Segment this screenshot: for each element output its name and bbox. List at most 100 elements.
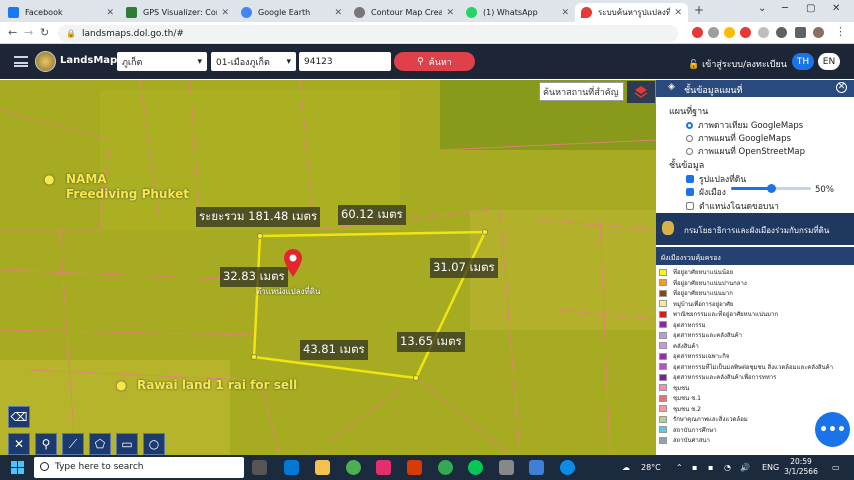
layer-parcel-checkbox[interactable]: รูปแปลงที่ดิน bbox=[686, 172, 746, 186]
tools-button[interactable]: ✕ bbox=[8, 433, 30, 455]
close-icon[interactable]: ✕ bbox=[106, 8, 114, 18]
maximize-icon[interactable]: ▢ bbox=[806, 3, 815, 14]
reload-icon[interactable]: ↻ bbox=[40, 26, 49, 39]
edge-icon[interactable] bbox=[560, 460, 575, 475]
satellite-imagery bbox=[0, 80, 656, 455]
legend-item: ชุมชน ช.2 bbox=[659, 404, 701, 414]
legend-item: สถาบันการศึกษา bbox=[659, 425, 717, 435]
rectangle-tool[interactable]: ▭ bbox=[116, 433, 138, 455]
segment-bottom-right-label: 13.65 เมตร bbox=[397, 332, 465, 352]
parcel-number-input[interactable]: 94123 bbox=[299, 52, 391, 71]
settings-icon[interactable] bbox=[758, 27, 769, 38]
tab-gps-visualizer[interactable]: GPS Visualizer: Convert ✕ bbox=[120, 3, 235, 22]
legend-item: พาณิชยกรรมและที่อยู่อาศัยหนาแน่นมาก bbox=[659, 309, 778, 319]
store-icon[interactable] bbox=[284, 460, 299, 475]
layer-location-checkbox[interactable]: ตำแหน่งโฉนดขอบนา bbox=[686, 199, 779, 213]
tab-whatsapp[interactable]: (1) WhatsApp ✕ bbox=[460, 3, 575, 22]
new-tab-button[interactable]: + bbox=[694, 3, 704, 17]
app-icon[interactable] bbox=[499, 460, 514, 475]
poi-pin-icon: ● bbox=[44, 172, 55, 186]
slider-knob[interactable] bbox=[767, 184, 776, 193]
lang-en-button[interactable]: EN bbox=[818, 53, 840, 70]
tray-chevron-icon[interactable]: ⌃ bbox=[676, 463, 683, 472]
lock-icon: 🔓 bbox=[688, 60, 700, 70]
back-icon[interactable]: ← bbox=[8, 26, 17, 39]
hamburger-menu-icon[interactable] bbox=[14, 56, 28, 67]
close-icon[interactable]: ✕ bbox=[446, 8, 454, 18]
avatar[interactable] bbox=[813, 27, 824, 38]
poi-nama-line1[interactable]: NAMA bbox=[66, 172, 107, 186]
office-icon[interactable] bbox=[407, 460, 422, 475]
task-view-icon[interactable] bbox=[252, 460, 267, 475]
url-field[interactable]: 🔒 landsmaps.dol.go.th/# bbox=[58, 25, 678, 42]
poi-nama-line2[interactable]: Freediving Phuket bbox=[66, 187, 189, 201]
layer-city-plan-checkbox[interactable]: ผังเมือง bbox=[686, 185, 726, 199]
google-earth-icon bbox=[241, 7, 252, 18]
parcel-marker-icon[interactable] bbox=[282, 248, 304, 278]
login-label: เข้าสู่ระบบ/ลงทะเบียน bbox=[702, 60, 787, 70]
calculator-icon[interactable] bbox=[529, 460, 544, 475]
bookmark-star-icon[interactable] bbox=[724, 27, 735, 38]
close-icon[interactable]: ✕ bbox=[674, 8, 682, 18]
tab-landsmaps[interactable]: ระบบค้นหารูปแปลงที่ดิน ✕ bbox=[575, 3, 688, 22]
login-link[interactable]: 🔓 เข้าสู่ระบบ/ลงทะเบียน bbox=[688, 57, 787, 71]
minimize-icon[interactable]: ─ bbox=[782, 3, 788, 14]
google-icon[interactable] bbox=[692, 27, 703, 38]
search-button[interactable]: ⚲ ค้นหา bbox=[394, 52, 475, 71]
basemap-option-googlemaps[interactable]: ภาพแผนที่ GoogleMaps bbox=[686, 131, 791, 145]
marker-tool[interactable]: ⚲ bbox=[35, 433, 57, 455]
legend-label: คลังสินค้า bbox=[673, 342, 699, 350]
input-language[interactable]: ENG bbox=[762, 463, 779, 472]
weather-icon[interactable]: ☁ bbox=[622, 463, 630, 472]
legend-label: อุตสาหกรรมเฉพาะกิจ bbox=[673, 353, 730, 360]
legend-item: อุตสาหกรรมและคลังสินค้าเพื่อการทหาร bbox=[659, 372, 776, 382]
layers-toggle-button[interactable] bbox=[627, 81, 655, 103]
poi-rawai-land[interactable]: Rawai land 1 rai for sell bbox=[137, 378, 297, 392]
line-icon[interactable] bbox=[468, 460, 483, 475]
legend-label: อุตสาหกรรม bbox=[673, 321, 706, 329]
opacity-slider[interactable] bbox=[731, 184, 811, 193]
measure-line-tool[interactable]: ⟋ bbox=[62, 433, 84, 455]
lang-th-button[interactable]: TH bbox=[792, 53, 814, 70]
legend-item: ที่อยู่อาศัยหนาแน่นปานกลาง bbox=[659, 278, 747, 288]
extension-icon[interactable] bbox=[740, 27, 751, 38]
close-icon[interactable]: ✕ bbox=[221, 8, 229, 18]
tab-google-earth[interactable]: Google Earth ✕ bbox=[235, 3, 348, 22]
chrome-icon[interactable] bbox=[346, 460, 361, 475]
place-search-input[interactable]: ค้นหาสถานที่สำคัญ bbox=[539, 82, 624, 101]
tray-app-icon[interactable]: ▪ bbox=[708, 463, 713, 472]
share-icon[interactable] bbox=[708, 27, 719, 38]
puzzle-icon[interactable] bbox=[776, 27, 787, 38]
close-window-icon[interactable]: ✕ bbox=[832, 3, 840, 14]
basemap-option-satellite[interactable]: ภาพดาวเทียม GoogleMaps bbox=[686, 118, 803, 132]
clock[interactable]: 20:59 3/1/2566 bbox=[782, 457, 820, 477]
instagram-icon[interactable] bbox=[376, 460, 391, 475]
close-icon[interactable]: ✕ bbox=[334, 8, 342, 18]
forward-icon[interactable]: → bbox=[24, 26, 33, 39]
chrome-profile-icon[interactable] bbox=[438, 460, 453, 475]
taskbar-search-box[interactable]: Type here to search bbox=[34, 457, 244, 478]
district-select[interactable]: 01-เมืองภูเก็ต ▾ bbox=[211, 52, 296, 71]
province-select[interactable]: ภูเก็ต ▾ bbox=[117, 52, 207, 71]
volume-icon[interactable]: 🔊 bbox=[740, 463, 750, 472]
file-explorer-icon[interactable] bbox=[315, 460, 330, 475]
close-icon[interactable]: ✕ bbox=[561, 8, 569, 18]
polygon-tool[interactable]: ⬠ bbox=[89, 433, 111, 455]
weather-temp[interactable]: 28°C bbox=[641, 463, 661, 472]
tab-facebook[interactable]: Facebook ✕ bbox=[2, 3, 120, 22]
more-options-button[interactable]: ••• bbox=[815, 412, 850, 447]
kebab-menu-icon[interactable]: ⋮ bbox=[835, 25, 846, 38]
basemap-option-osm[interactable]: ภาพแผนที่ OpenStreetMap bbox=[686, 144, 805, 158]
sidepanel-icon[interactable] bbox=[795, 27, 806, 38]
network-icon[interactable]: ◔ bbox=[724, 463, 731, 472]
close-icon[interactable]: ✕ bbox=[836, 82, 847, 93]
eraser-tool[interactable]: ⌫ bbox=[8, 406, 30, 428]
chevron-down-icon[interactable]: ⌄ bbox=[758, 3, 766, 14]
notifications-icon[interactable]: ▭ bbox=[832, 463, 840, 472]
tab-contour-map[interactable]: Contour Map Creator ✕ bbox=[348, 3, 460, 22]
tray-app-icon[interactable]: ▪ bbox=[692, 463, 697, 472]
circle-tool[interactable]: ○ bbox=[143, 433, 165, 455]
layer-label: ตำแหน่งโฉนดขอบนา bbox=[699, 202, 779, 212]
map-view[interactable]: ● NAMA Freediving Phuket ● Rawai land 1 … bbox=[0, 80, 656, 455]
windows-start-icon[interactable] bbox=[11, 461, 24, 474]
